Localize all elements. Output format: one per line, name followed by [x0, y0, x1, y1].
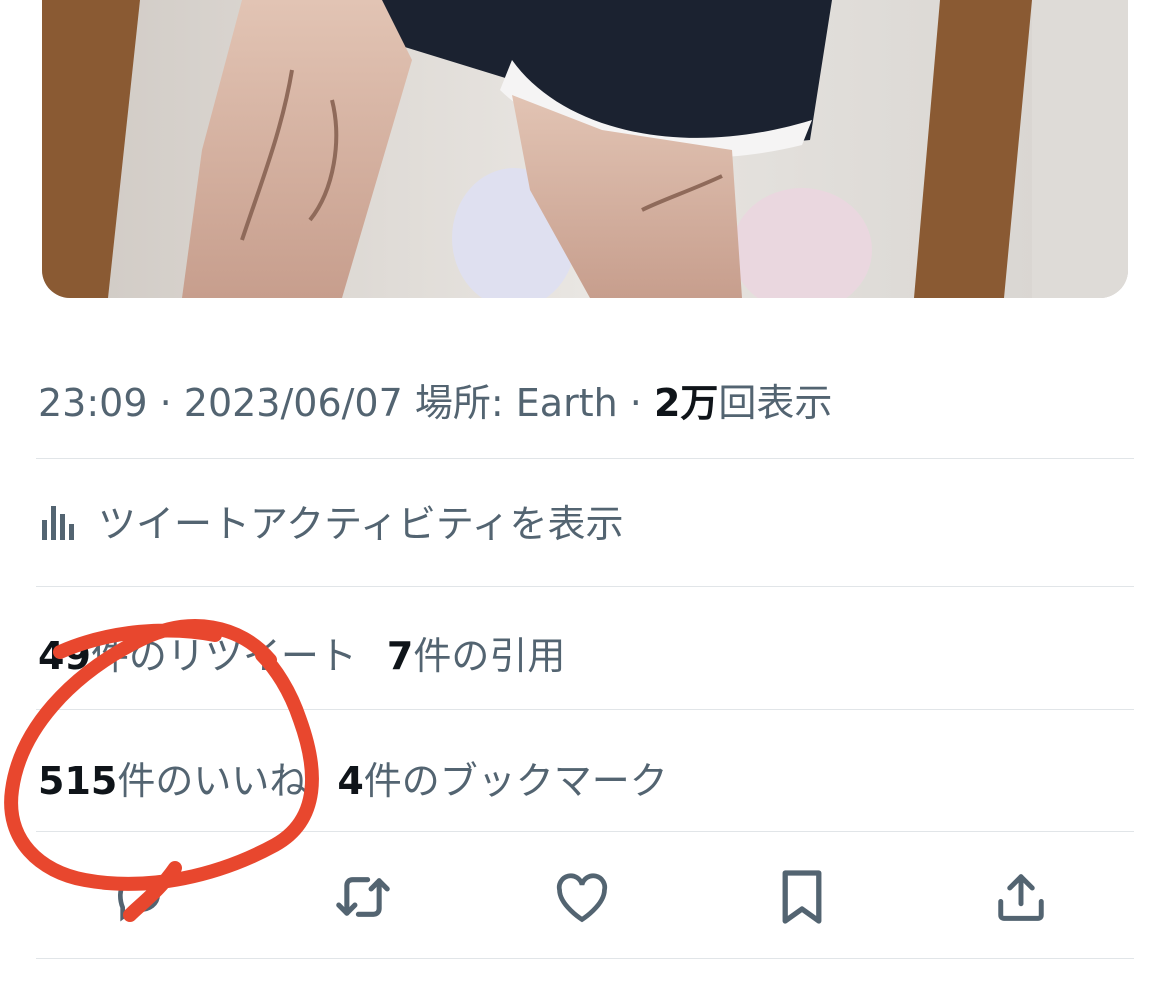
divider [36, 586, 1134, 587]
like-button[interactable] [547, 862, 617, 932]
retweet-label: 件のリツイート [90, 634, 357, 678]
activity-label: ツイートアクティビティを表示 [98, 501, 624, 546]
tweet-photo[interactable] [42, 0, 1128, 298]
retweet-icon [336, 877, 390, 917]
like-label: 件のいいね [117, 759, 308, 803]
divider [36, 709, 1134, 710]
tweet-location: 場所: Earth [414, 381, 618, 425]
reply-icon [118, 877, 161, 922]
stats-row-likes: 515件のいいね 4件のブックマーク [38, 750, 668, 805]
like-icon [556, 873, 608, 923]
view-tweet-activity-link[interactable]: ツイートアクティビティを表示 [40, 496, 624, 546]
divider [36, 958, 1134, 959]
retweets-stat[interactable]: 49件のリツイート [38, 634, 357, 678]
quotes-stat[interactable]: 7件の引用 [387, 634, 565, 678]
tweet-meta: 23:09 · 2023/06/07 場所: Earth · 2万回表示 [38, 372, 832, 427]
retweet-button[interactable] [328, 862, 398, 932]
stats-row-retweets: 49件のリツイート 7件の引用 [38, 625, 565, 680]
divider [36, 458, 1134, 459]
separator: · [617, 381, 654, 425]
quote-label: 件の引用 [413, 634, 566, 678]
separator: · [147, 381, 184, 425]
share-icon [998, 874, 1044, 921]
likes-stat[interactable]: 515件のいいね [38, 759, 307, 803]
retweet-count: 49 [38, 634, 91, 678]
like-count: 515 [38, 759, 118, 803]
bookmark-label: 件のブックマーク [363, 759, 668, 803]
quote-count: 7 [386, 634, 414, 678]
bar-chart-icon [42, 506, 74, 540]
tweet-time[interactable]: 23:09 [38, 381, 148, 425]
bookmark-count: 4 [337, 759, 364, 803]
bookmark-button[interactable] [767, 862, 837, 932]
share-button[interactable] [986, 862, 1056, 932]
tweet-action-bar [0, 852, 1170, 942]
views-count: 2万 [653, 381, 719, 425]
views-label: 回表示 [718, 381, 833, 425]
reply-button[interactable] [104, 862, 174, 932]
tweet-date[interactable]: 2023/06/07 [184, 381, 403, 425]
bookmarks-stat[interactable]: 4件のブックマーク [337, 759, 667, 803]
divider [36, 831, 1134, 832]
bookmark-icon [782, 870, 822, 924]
